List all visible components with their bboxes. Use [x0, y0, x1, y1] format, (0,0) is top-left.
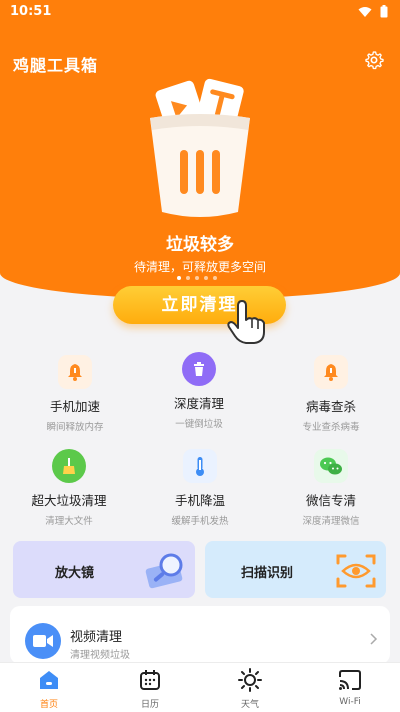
carousel-dot: [204, 276, 208, 280]
wifi-status-icon: [358, 6, 372, 17]
bell-icon: [314, 355, 348, 389]
feature-desc: 瞬间释放内存: [46, 422, 104, 433]
feature-name: 手机加速: [49, 399, 100, 414]
tab-label: 首页: [39, 700, 58, 710]
calendar-icon: [140, 670, 160, 690]
feature-name: 微信专清: [305, 493, 356, 508]
broom-icon: [52, 449, 86, 483]
feature-phone-cooling[interactable]: 手机降温 缓解手机发热: [145, 449, 255, 527]
sun-icon: [238, 668, 262, 692]
tab-label: 日历: [140, 700, 159, 710]
settings-gear-icon[interactable]: [364, 50, 384, 70]
carousel-dot: [177, 276, 181, 280]
feature-phone-boost[interactable]: 手机加速 瞬间释放内存: [20, 355, 130, 433]
tab-label: 天气: [240, 700, 259, 710]
cast-screen-icon: [339, 670, 361, 690]
magnifier-card[interactable]: 放大镜: [13, 541, 195, 598]
chevron-right-icon: [370, 633, 378, 645]
feature-desc: 深度清理微信: [302, 516, 360, 527]
trash-bin-illustration: [150, 78, 250, 217]
feature-name: 病毒查杀: [305, 399, 356, 414]
feature-name: 深度清理: [173, 396, 224, 411]
video-camera-icon: [25, 623, 61, 659]
feature-wechat-clean[interactable]: 微信专清 深度清理微信: [276, 449, 386, 527]
trash-icon: [182, 352, 216, 386]
carousel-dot: [186, 276, 190, 280]
video-clean-title: 视频清理: [70, 630, 123, 645]
card-label: 放大镜: [55, 566, 95, 581]
carousel-dot: [195, 276, 199, 280]
feature-virus-scan[interactable]: 病毒查杀 专业查杀病毒: [276, 355, 386, 433]
magnifier-icon: [145, 553, 183, 589]
scan-eye-icon: [336, 554, 376, 588]
home-icon: [40, 671, 58, 689]
app-title: 鸡腿工具箱: [13, 56, 99, 75]
carousel-dots: [177, 276, 217, 280]
tab-home[interactable]: 首页: [9, 667, 89, 710]
bottom-tab-bar: 首页 日历 天气 Wi-Fi: [0, 662, 400, 712]
tab-label: Wi-Fi: [339, 697, 361, 707]
tab-calendar[interactable]: 日历: [110, 667, 190, 710]
hero-status-subtitle: 待清理，可释放更多空间: [133, 260, 266, 274]
bell-icon: [58, 355, 92, 389]
pointing-hand-icon: [227, 300, 265, 344]
video-clean-subtitle: 清理视频垃圾: [70, 650, 130, 661]
video-clean-row[interactable]: 视频清理 清理视频垃圾: [10, 606, 390, 664]
battery-icon: [380, 5, 388, 18]
thermometer-icon: [183, 449, 217, 483]
feature-name: 超大垃圾清理: [31, 493, 107, 508]
status-bar: 10:51: [0, 0, 400, 24]
feature-deep-clean[interactable]: 深度清理 一键倒垃圾: [144, 352, 254, 430]
feature-desc: 一键倒垃圾: [175, 419, 223, 430]
wechat-icon: [314, 449, 348, 483]
status-time: 10:51: [10, 4, 52, 19]
carousel-dot: [213, 276, 217, 280]
card-label: 扫描识别: [241, 566, 294, 581]
feature-name: 手机降温: [174, 493, 225, 508]
feature-desc: 缓解手机发热: [171, 516, 229, 527]
tab-weather[interactable]: 天气: [210, 667, 290, 710]
hero-status-title: 垃圾较多: [166, 235, 234, 255]
scan-recognition-card[interactable]: 扫描识别: [205, 541, 386, 598]
status-icons: [358, 5, 388, 18]
feature-desc: 清理大文件: [45, 516, 93, 527]
feature-large-file-clean[interactable]: 超大垃圾清理 清理大文件: [14, 449, 124, 527]
feature-desc: 专业查杀病毒: [302, 422, 360, 433]
tab-wifi[interactable]: Wi-Fi: [310, 667, 390, 707]
